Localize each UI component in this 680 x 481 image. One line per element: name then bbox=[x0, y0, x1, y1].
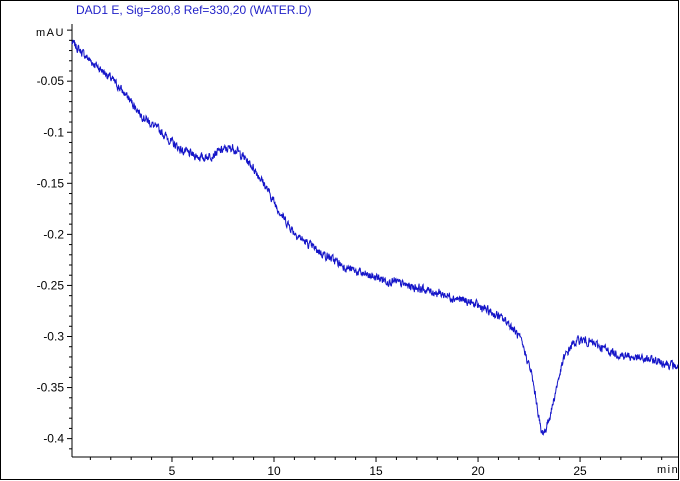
x-tick-label: 20 bbox=[471, 464, 485, 478]
x-tick-label: 15 bbox=[369, 464, 383, 478]
y-tick-label: -0.3 bbox=[43, 329, 64, 343]
y-tick-label: -0.2 bbox=[43, 227, 64, 241]
y-tick-label: -0.1 bbox=[43, 125, 64, 139]
chromatogram-plot: mAU min -0.05 -0.1 -0.15 -0.2 -0.25 -0.3 -0.35… bbox=[36, 24, 679, 478]
x-tick-label: 10 bbox=[267, 464, 281, 478]
y-tick-label: -0.15 bbox=[37, 176, 65, 190]
signal-trace bbox=[71, 39, 679, 437]
x-tick-label: 25 bbox=[573, 464, 587, 478]
y-tick-label: -0.4 bbox=[43, 432, 64, 446]
y-ticks: -0.05 -0.1 -0.15 -0.2 -0.25 -0.3 -0.35 -0.4 bbox=[37, 29, 72, 450]
y-tick-label: -0.35 bbox=[37, 381, 65, 395]
x-ticks: 5 10 15 20 25 bbox=[89, 457, 663, 478]
x-tick-label: 5 bbox=[169, 464, 176, 478]
y-tick-label: -0.25 bbox=[37, 278, 65, 292]
x-axis-unit-label: min bbox=[657, 464, 679, 476]
y-axis-unit-label: mAU bbox=[36, 27, 65, 39]
y-tick-label: -0.05 bbox=[37, 74, 65, 88]
